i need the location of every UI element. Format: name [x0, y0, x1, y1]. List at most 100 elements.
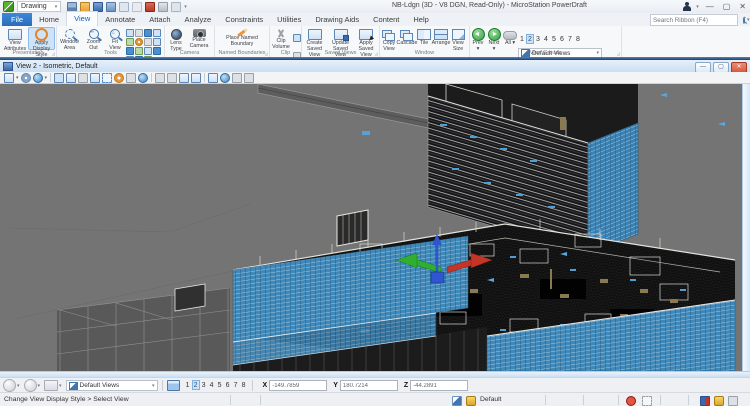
rotate-view-button[interactable]: [114, 73, 124, 83]
next-view-group-button[interactable]: Next ▾: [486, 27, 502, 50]
view-toggle-7[interactable]: 7: [232, 381, 240, 391]
view-attributes-button[interactable]: View Attributes: [2, 27, 28, 50]
previous-view-group-button[interactable]: [3, 379, 16, 392]
tab-constraints[interactable]: Constraints: [218, 13, 270, 26]
chevron-down-icon[interactable]: ▾: [45, 75, 48, 81]
pan-view-button[interactable]: [126, 73, 136, 83]
chevron-down-icon[interactable]: ▾: [38, 383, 41, 389]
tab-attach[interactable]: Attach: [142, 13, 177, 26]
copy-view-button[interactable]: Copy View: [380, 27, 398, 50]
clip-volume-button[interactable]: [208, 73, 218, 83]
walk-icon[interactable]: [144, 38, 152, 46]
view-toggle-2[interactable]: 2: [526, 34, 534, 44]
dialog-launcher-icon[interactable]: ◿: [265, 51, 268, 56]
apply-saved-view-button[interactable]: Apply Saved View: [354, 27, 378, 50]
view-previous-button[interactable]: [155, 73, 165, 83]
view-toggle-4[interactable]: 4: [542, 35, 550, 45]
view-toggle-3[interactable]: 3: [534, 35, 542, 45]
maximize-button[interactable]: ▢: [721, 0, 733, 13]
selection-set-icon[interactable]: [642, 396, 652, 406]
view-size-button[interactable]: [191, 73, 201, 83]
view-previous-icon[interactable]: [144, 29, 152, 37]
models-button[interactable]: [33, 73, 43, 83]
clip-mask-icon[interactable]: [293, 34, 301, 42]
tab-home[interactable]: Home: [32, 13, 66, 26]
fit-view-button[interactable]: ⌂ Fit View: [105, 27, 125, 50]
z-coordinate-input[interactable]: [410, 380, 468, 391]
zoom-out-button[interactable]: [78, 73, 88, 83]
view-toggle-6[interactable]: 6: [224, 381, 232, 391]
zoom-out-button[interactable]: − Zoom Out: [82, 27, 105, 50]
qat-more-button[interactable]: ▾: [184, 4, 187, 10]
dialog-launcher-icon[interactable]: ◿: [52, 51, 55, 56]
tab-file[interactable]: File: [2, 13, 32, 26]
tab-help[interactable]: Help: [406, 13, 435, 26]
clip-mask-button[interactable]: [220, 73, 230, 83]
close-button[interactable]: ✕: [737, 0, 748, 13]
copy-view-tool-icon[interactable]: [126, 38, 134, 46]
file-lock-icon[interactable]: [714, 396, 724, 406]
lens-type-button[interactable]: Lens Type: [165, 27, 187, 50]
drawing-viewport[interactable]: [0, 84, 750, 371]
ribbon-search[interactable]: ▾: [650, 14, 738, 26]
view-toggle-7[interactable]: 7: [566, 35, 574, 45]
active-level-label[interactable]: Default: [480, 396, 502, 403]
dialog-launcher-icon[interactable]: ◿: [617, 51, 620, 56]
save-settings-icon[interactable]: [106, 2, 116, 12]
pan-view-icon[interactable]: [135, 29, 143, 37]
view-close-button[interactable]: ✕: [731, 62, 747, 73]
cascade-button[interactable]: Cascade: [398, 27, 416, 50]
arrange-button[interactable]: Arrange: [432, 27, 450, 50]
locks-icon[interactable]: [466, 396, 476, 406]
place-camera-button[interactable]: Place Camera: [187, 27, 211, 50]
view-toggle-8[interactable]: 8: [574, 35, 582, 45]
tab-content[interactable]: Content: [366, 13, 406, 26]
copy-view-button[interactable]: [179, 73, 189, 83]
fly-icon[interactable]: [153, 38, 161, 46]
clip-tools-button[interactable]: [232, 73, 242, 83]
view-toggle-2[interactable]: 2: [192, 380, 200, 390]
chevron-down-icon[interactable]: ▾: [16, 75, 19, 81]
view-group-select[interactable]: Default Views ▾: [66, 380, 158, 391]
file-menu-dropdown[interactable]: Drawing ▾: [17, 1, 61, 12]
tab-view[interactable]: View: [66, 11, 98, 26]
view-display-style-button[interactable]: [4, 73, 14, 83]
dialog-launcher-icon[interactable]: ◿: [375, 51, 378, 56]
view-maximize-button[interactable]: ▢: [713, 62, 729, 73]
print-icon[interactable]: [158, 2, 168, 12]
open-windows-icon[interactable]: [167, 380, 180, 391]
message-center-error-icon[interactable]: [626, 396, 636, 406]
user-account-button[interactable]: [683, 2, 691, 11]
all-views-button[interactable]: All ▾: [502, 27, 518, 50]
tab-drawing-aids[interactable]: Drawing Aids: [308, 13, 366, 26]
tab-utilities[interactable]: Utilities: [270, 13, 308, 26]
undo-icon[interactable]: [119, 2, 129, 12]
view-group-history-button[interactable]: [44, 380, 58, 391]
redo-icon[interactable]: [132, 2, 142, 12]
view-toggle-8[interactable]: 8: [240, 381, 248, 391]
search-chevron-icon[interactable]: ▾: [747, 17, 750, 23]
create-saved-view-button[interactable]: Create Saved View: [302, 27, 327, 50]
tab-annotate[interactable]: Annotate: [98, 13, 142, 26]
update-saved-view-settings-button[interactable]: Update Saved View Settings: [327, 27, 354, 50]
chevron-down-icon[interactable]: ▾: [17, 383, 20, 389]
zoom-in-icon[interactable]: [126, 29, 134, 37]
status-more-icon[interactable]: [728, 396, 738, 406]
tab-analyze[interactable]: Analyze: [178, 13, 219, 26]
fit-view-button[interactable]: [90, 73, 100, 83]
rotate-view-icon[interactable]: [135, 38, 143, 46]
copy-icon[interactable]: [171, 2, 181, 12]
walk-fly-button[interactable]: [138, 73, 148, 83]
previous-view-group-button[interactable]: Prev ▾: [470, 27, 486, 50]
x-coordinate-input[interactable]: [269, 380, 327, 391]
view-toggle-4[interactable]: 4: [208, 381, 216, 391]
tile-button[interactable]: Tile: [416, 27, 432, 50]
view-vertical-scrollbar[interactable]: [742, 84, 750, 371]
view-toggle-5[interactable]: 5: [216, 381, 224, 391]
view-toggle-1[interactable]: 1: [184, 381, 192, 391]
save-icon[interactable]: [93, 2, 103, 12]
snap-mode-icon[interactable]: [452, 396, 462, 406]
adjust-view-button[interactable]: [54, 73, 64, 83]
chevron-down-icon[interactable]: ▾: [59, 383, 62, 389]
view-attributes-dialog-button[interactable]: [21, 73, 31, 83]
